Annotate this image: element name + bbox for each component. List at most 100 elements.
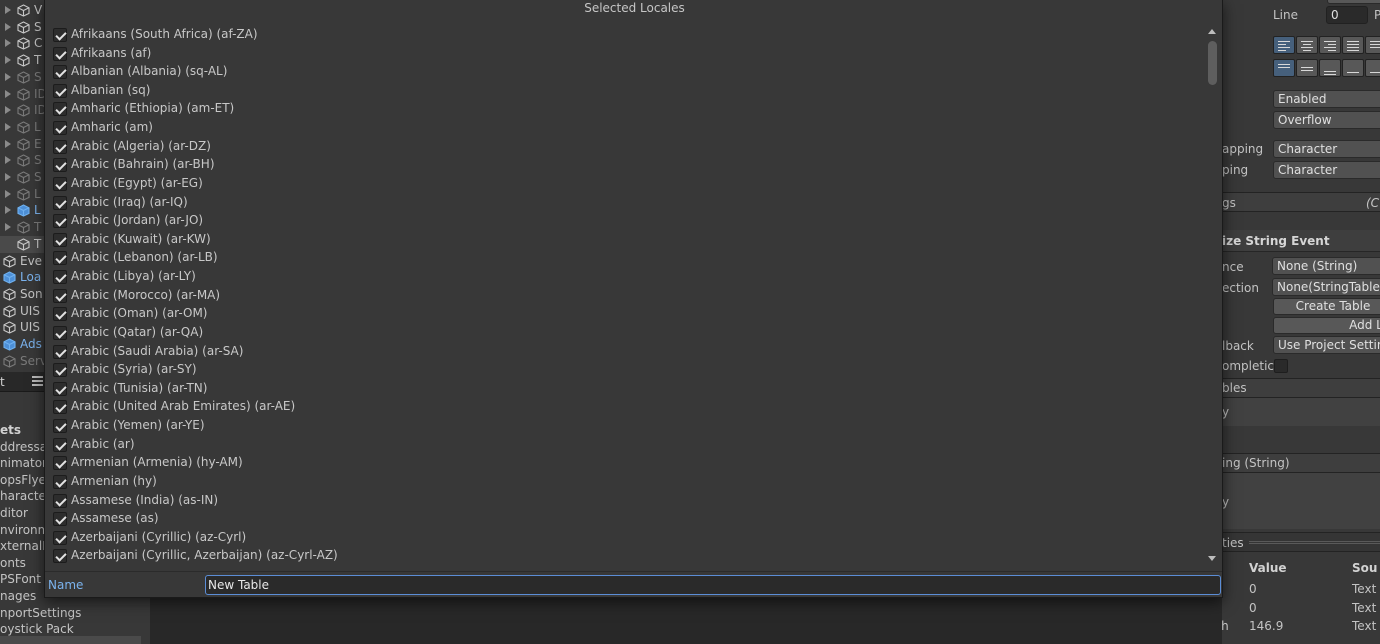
locale-row[interactable]: Arabic (Yemen) (ar-YE)	[47, 417, 1205, 436]
locale-row[interactable]: Arabic (Libya) (ar-LY)	[47, 268, 1205, 287]
locale-row[interactable]: Arabic (Oman) (ar-OM)	[47, 305, 1205, 324]
hierarchy-item[interactable]: S	[0, 69, 46, 86]
locale-checkbox[interactable]	[53, 65, 67, 80]
hierarchy-item[interactable]: Ads	[0, 336, 46, 353]
locale-checkbox[interactable]	[53, 456, 67, 471]
horizontal-mapping-dropdown[interactable]: Character	[1273, 140, 1380, 158]
hierarchy-item[interactable]: E	[0, 136, 46, 153]
locale-row[interactable]: Arabic (United Arab Emirates) (ar-AE)	[47, 398, 1205, 417]
locale-checkbox[interactable]	[53, 381, 67, 396]
update-string-section[interactable]: ing (String)	[1222, 453, 1380, 473]
fallback-dropdown[interactable]: Use Project Settin	[1273, 336, 1380, 354]
expand-arrow-icon[interactable]	[5, 189, 11, 198]
table-collection-field[interactable]: None(StringTable	[1272, 278, 1380, 296]
expand-arrow-icon[interactable]	[5, 206, 11, 215]
overflow-dropdown[interactable]: Overflow	[1273, 111, 1380, 129]
hierarchy-item[interactable]: ID	[0, 102, 46, 119]
locale-checkbox[interactable]	[53, 28, 67, 42]
expand-arrow-icon[interactable]	[5, 106, 11, 115]
locale-row[interactable]: Amharic (am)	[47, 119, 1205, 138]
locale-checkbox[interactable]	[53, 83, 67, 98]
locale-checkbox[interactable]	[53, 195, 67, 210]
hierarchy-item[interactable]: L	[0, 202, 46, 219]
locale-checkbox[interactable]	[53, 139, 67, 154]
locale-row[interactable]: Arabic (Iraq) (ar-IQ)	[47, 194, 1205, 213]
hierarchy-item[interactable]: L	[0, 119, 46, 136]
expand-arrow-icon[interactable]	[5, 6, 11, 14]
hierarchy-item[interactable]: Loa	[0, 269, 46, 286]
hierarchy-item[interactable]: V	[0, 2, 46, 19]
localize-string-event-header[interactable]: ize String Event	[1222, 230, 1380, 252]
align-right-toggle[interactable]	[1319, 36, 1341, 54]
locale-row[interactable]: Assamese (India) (as-IN)	[47, 492, 1205, 511]
wrapping-dropdown[interactable]: Enabled	[1273, 90, 1380, 108]
align-justify-toggle[interactable]	[1342, 36, 1364, 54]
locale-row[interactable]: Arabic (Lebanon) (ar-LB)	[47, 249, 1205, 268]
locale-checkbox[interactable]	[53, 214, 67, 229]
vertical-mapping-dropdown[interactable]: Character	[1273, 161, 1380, 179]
align-middle-toggle[interactable]	[1296, 59, 1318, 77]
align-baseline-toggle[interactable]	[1342, 59, 1364, 77]
locale-checkbox[interactable]	[53, 493, 67, 508]
locale-row[interactable]: Arabic (Syria) (ar-SY)	[47, 361, 1205, 380]
locale-checkbox[interactable]	[53, 288, 67, 303]
line-spacing-field[interactable]: 0	[1326, 6, 1368, 24]
locale-row[interactable]: Amharic (Ethiopia) (am-ET)	[47, 100, 1205, 119]
expand-arrow-icon[interactable]	[5, 139, 11, 148]
locale-checkbox[interactable]	[53, 270, 67, 285]
locale-row[interactable]: Albanian (Albania) (sq-AL)	[47, 63, 1205, 82]
locale-checkbox[interactable]	[53, 530, 67, 545]
locale-checkbox[interactable]	[53, 232, 67, 247]
hierarchy-item[interactable]: S	[0, 19, 46, 36]
hierarchy-item[interactable]: C	[0, 35, 46, 52]
align-top-toggle[interactable]	[1273, 59, 1295, 77]
add-locale-button[interactable]: Add Lo	[1273, 317, 1380, 334]
extra-settings-section[interactable]: gs (C	[1222, 192, 1380, 212]
hierarchy-item[interactable]: T	[0, 219, 46, 236]
hierarchy-item[interactable]: S	[0, 152, 46, 169]
locale-checkbox[interactable]	[53, 549, 67, 564]
expand-arrow-icon[interactable]	[5, 72, 11, 81]
scroll-up-icon[interactable]	[1208, 29, 1216, 34]
locale-row[interactable]: Albanian (sq)	[47, 82, 1205, 101]
expand-arrow-icon[interactable]	[5, 122, 11, 131]
expand-arrow-icon[interactable]	[5, 56, 11, 65]
locale-checkbox[interactable]	[53, 176, 67, 191]
locale-row[interactable]: Arabic (Morocco) (ar-MA)	[47, 287, 1205, 306]
locale-row[interactable]: Arabic (Egypt) (ar-EG)	[47, 175, 1205, 194]
hierarchy-item[interactable]: UIS	[0, 303, 46, 320]
locale-row[interactable]: Afrikaans (af)	[47, 45, 1205, 64]
locale-checkbox[interactable]	[53, 307, 67, 322]
locale-list-scrollbar[interactable]	[1205, 25, 1220, 566]
expand-arrow-icon[interactable]	[5, 223, 11, 232]
locale-row[interactable]: Azerbaijani (Cyrillic, Azerbaijan) (az-C…	[47, 547, 1205, 566]
locale-row[interactable]: Arabic (Algeria) (ar-DZ)	[47, 138, 1205, 157]
locale-checkbox[interactable]	[53, 121, 67, 136]
align-flush-toggle[interactable]	[1365, 36, 1380, 54]
hierarchy-item[interactable]: UIS	[0, 319, 46, 336]
hierarchy-item[interactable]: Son	[0, 286, 46, 303]
locale-checkbox[interactable]	[53, 400, 67, 415]
console-tab-icon[interactable]	[32, 376, 43, 386]
align-bottom-toggle[interactable]	[1319, 59, 1341, 77]
locale-checkbox[interactable]	[53, 437, 67, 452]
locale-row[interactable]: Arabic (Jordan) (ar-JO)	[47, 212, 1205, 231]
locale-row[interactable]: Arabic (Tunisia) (ar-TN)	[47, 380, 1205, 399]
project-tab[interactable]: t	[0, 375, 5, 389]
locale-row[interactable]: Armenian (Armenia) (hy-AM)	[47, 454, 1205, 473]
scroll-down-icon[interactable]	[1208, 556, 1216, 561]
locale-row[interactable]: Azerbaijani (Cyrillic) (az-Cyrl)	[47, 529, 1205, 548]
align-geometry-toggle[interactable]	[1365, 59, 1380, 77]
hierarchy-item[interactable]: L	[0, 186, 46, 203]
layout-properties-section[interactable]: ties	[1222, 532, 1380, 552]
locale-checkbox[interactable]	[53, 158, 67, 173]
locale-checkbox[interactable]	[53, 419, 67, 434]
locale-checkbox[interactable]	[53, 251, 67, 266]
locale-checkbox[interactable]	[53, 512, 67, 527]
expand-arrow-icon[interactable]	[5, 22, 11, 31]
hierarchy-item[interactable]: T	[0, 235, 46, 253]
locale-row[interactable]: Armenian (hy)	[47, 473, 1205, 492]
locale-checkbox[interactable]	[53, 325, 67, 340]
expand-arrow-icon[interactable]	[5, 173, 11, 181]
locale-row[interactable]: Arabic (Bahrain) (ar-BH)	[47, 156, 1205, 175]
